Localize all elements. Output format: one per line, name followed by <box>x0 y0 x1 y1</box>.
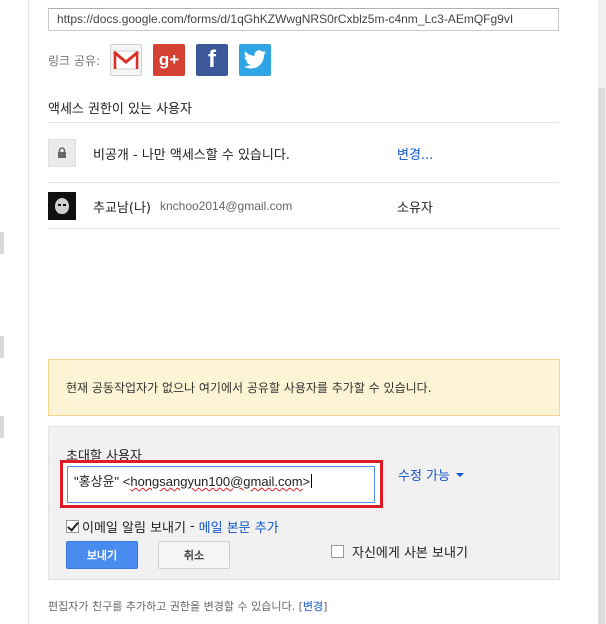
left-background-edge <box>0 0 28 624</box>
visibility-row: 비공개 - 나만 액세스할 수 있습니다. 변경... <box>48 130 559 176</box>
edge-marker <box>0 416 4 438</box>
invite-panel: 초대할 사용자 "홍상윤" <hongsangyun100@gmail.com>… <box>48 426 560 580</box>
cancel-button[interactable]: 취소 <box>158 541 230 569</box>
no-collaborators-notice: 현재 공동작업자가 없으나 여기에서 공유할 사용자를 추가할 수 있습니다. <box>48 359 560 416</box>
twitter-icon[interactable] <box>239 44 272 76</box>
footer-change-link[interactable]: 변경 <box>303 600 323 613</box>
share-label: 링크 공유: <box>48 53 101 68</box>
owner-row: 추교남(나) knchoo2014@gmail.com 소유자 <box>48 183 559 229</box>
send-copy-label[interactable]: 자신에게 사본 보내기 <box>352 542 468 561</box>
notify-checkbox[interactable] <box>66 520 79 533</box>
notify-separator: - <box>189 519 195 534</box>
owner-email: knchoo2014@gmail.com <box>159 199 293 213</box>
change-visibility-link[interactable]: 변경... <box>397 144 433 163</box>
share-link-field[interactable]: https://docs.google.com/forms/d/1qGhKZWw… <box>48 8 559 31</box>
footer-bracket-close: ] <box>323 600 328 613</box>
edge-marker <box>0 336 4 358</box>
gmail-icon[interactable] <box>110 44 143 76</box>
text-caret <box>311 474 313 488</box>
chevron-down-icon <box>455 472 464 477</box>
access-section-title: 액세스 권한이 있는 사용자 <box>48 102 192 117</box>
send-copy-row: 자신에게 사본 보내기 <box>331 542 468 561</box>
notify-row: 이메일 알림 보내기 - 메일 본문 추가 <box>66 517 279 536</box>
send-button[interactable]: 보내기 <box>66 541 138 569</box>
invite-value-email: hongsangyun100@gmail.com <box>130 474 303 489</box>
visibility-text: 비공개 - 나만 액세스할 수 있습니다. <box>93 147 290 163</box>
google-plus-icon[interactable]: g+ <box>153 44 186 76</box>
footer-text: 편집자가 친구를 추가하고 권한을 변경할 수 있습니다. <box>48 600 296 613</box>
avatar <box>48 192 76 220</box>
divider <box>48 122 559 123</box>
divider <box>48 228 559 229</box>
invite-input[interactable]: "홍상윤" <hongsangyun100@gmail.com> <box>67 466 375 503</box>
share-dialog: https://docs.google.com/forms/d/1qGhKZWw… <box>28 0 598 624</box>
notify-label[interactable]: 이메일 알림 보내기 <box>82 517 186 536</box>
invite-value-close: > <box>302 474 311 489</box>
scrollbar-thumb[interactable] <box>598 88 605 624</box>
invite-highlight-frame: "홍상윤" <hongsangyun100@gmail.com> <box>60 460 383 508</box>
share-link-row: 링크 공유: g+ f <box>48 44 282 76</box>
add-message-link[interactable]: 메일 본문 추가 <box>199 517 279 536</box>
owner-name: 추교남(나) <box>93 200 151 216</box>
invite-value-name: "홍상윤" <box>74 474 120 489</box>
permission-dropdown[interactable]: 수정 가능 <box>398 465 464 484</box>
send-copy-checkbox[interactable] <box>331 545 344 558</box>
footer-note: 편집자가 친구를 추가하고 권한을 변경할 수 있습니다. [변경] <box>48 598 327 614</box>
lock-icon <box>48 139 76 167</box>
permission-label: 수정 가능 <box>398 469 450 484</box>
owner-role: 소유자 <box>397 200 433 216</box>
facebook-icon[interactable]: f <box>196 44 229 76</box>
edge-marker <box>0 232 4 254</box>
